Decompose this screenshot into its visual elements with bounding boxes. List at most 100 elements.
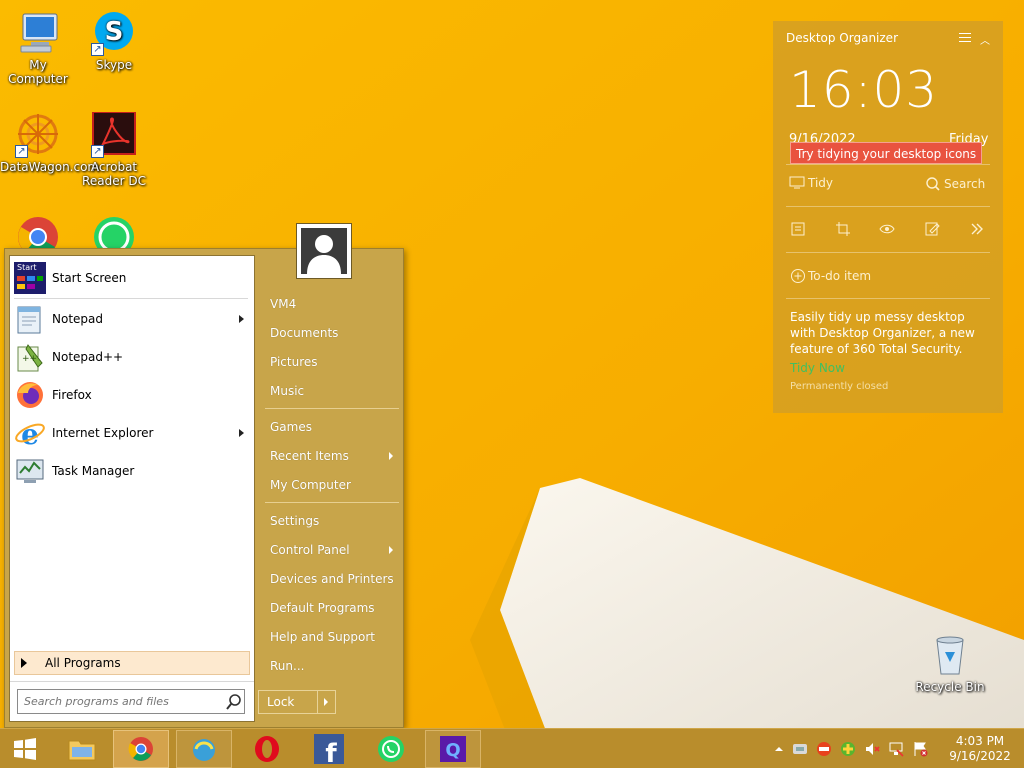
tray-app-icon[interactable] xyxy=(792,741,808,757)
right-item-pictures[interactable]: Pictures xyxy=(263,350,399,374)
program-start-screen[interactable]: Start Start Screen xyxy=(14,261,250,295)
taskbar: f Q 4:03 PM 9/16/2022 xyxy=(0,728,1024,768)
taskbar-360-security[interactable] xyxy=(176,730,232,768)
edit-note-icon[interactable] xyxy=(924,221,940,237)
shortcut-arrow-icon: ↗ xyxy=(91,145,104,158)
desktop-icon-acrobat[interactable]: ↗ Acrobat Reader DC xyxy=(76,111,152,188)
search-input[interactable] xyxy=(18,691,224,712)
taskbar-whatsapp[interactable] xyxy=(363,730,419,768)
lock-button[interactable]: Lock xyxy=(258,690,336,714)
pinned-programs-pane: Start Start Screen Notepad ++ Notepad++ … xyxy=(9,255,255,722)
notes-tool-icon[interactable] xyxy=(790,221,806,237)
360-security-icon xyxy=(193,739,215,761)
right-item-games[interactable]: Games xyxy=(263,415,399,439)
divider xyxy=(786,206,990,207)
search-icon[interactable] xyxy=(224,692,244,712)
shortcut-arrow-icon: ↗ xyxy=(15,145,28,158)
right-item-settings[interactable]: Settings xyxy=(263,509,399,533)
all-programs-label: All Programs xyxy=(45,656,121,670)
permanently-closed-link[interactable]: Permanently closed xyxy=(790,381,888,392)
action-center-flag-icon[interactable] xyxy=(912,741,928,757)
organizer-description: Easily tidy up messy desktop with Deskto… xyxy=(790,310,975,356)
program-label: Task Manager xyxy=(52,464,135,478)
desktop-icon-label: Acrobat Reader DC xyxy=(82,160,146,188)
divider xyxy=(786,252,990,253)
taskbar-clock[interactable]: 4:03 PM 9/16/2022 xyxy=(948,734,1012,764)
notepad-icon xyxy=(14,303,46,335)
desktop-icon-label: Skype xyxy=(95,58,133,72)
shortcut-arrow-icon: ↗ xyxy=(91,43,104,56)
program-label: Start Screen xyxy=(52,271,127,285)
start-search-box[interactable] xyxy=(17,689,245,714)
tray-security-icon[interactable] xyxy=(816,741,832,757)
whatsapp-icon xyxy=(378,736,404,762)
organizer-search-button[interactable]: Search xyxy=(925,176,985,192)
program-internet-explorer[interactable]: e Internet Explorer xyxy=(14,416,250,451)
notepad-plus-plus-icon: ++ xyxy=(14,341,46,373)
taskbar-facebook[interactable]: f xyxy=(301,730,357,768)
computer-icon xyxy=(15,10,61,56)
start-button[interactable] xyxy=(0,730,50,768)
taskbar-file-explorer[interactable] xyxy=(54,730,110,768)
screenshot-tool-icon[interactable] xyxy=(835,221,851,237)
right-item-help-and-support[interactable]: Help and Support xyxy=(263,625,399,649)
tidy-button[interactable]: Tidy xyxy=(789,176,833,190)
user-silhouette-icon xyxy=(301,228,347,274)
desktop-icon-label: DataWagon.com xyxy=(0,160,100,174)
desktop-icon-my-computer[interactable]: My Computer xyxy=(0,10,76,86)
right-item-default-programs[interactable]: Default Programs xyxy=(263,596,399,620)
tidy-now-link[interactable]: Tidy Now xyxy=(790,361,845,375)
start-menu: Start Start Screen Notepad ++ Notepad++ … xyxy=(4,248,404,728)
todo-item-button[interactable]: To-do item xyxy=(790,268,871,284)
svg-text:S: S xyxy=(105,17,124,47)
desktop-organizer-widget: Desktop Organizer ︿ 16:03 9/16/2022 Frid… xyxy=(773,21,1003,413)
hamburger-menu-icon[interactable] xyxy=(959,33,971,43)
eye-icon[interactable] xyxy=(879,221,895,237)
taskbar-opera[interactable] xyxy=(239,730,295,768)
speaker-muted-icon[interactable] xyxy=(864,741,880,757)
program-task-manager[interactable]: Task Manager xyxy=(14,454,250,488)
organizer-clock: 16:03 xyxy=(789,61,939,119)
lock-label: Lock xyxy=(267,695,295,709)
acrobat-reader-icon: ↗ xyxy=(91,111,137,158)
opera-icon xyxy=(255,736,279,762)
tray-360-plus-icon[interactable] xyxy=(840,741,856,757)
taskbar-qbittorrent[interactable]: Q xyxy=(425,730,481,768)
lock-options-arrow[interactable] xyxy=(317,691,335,713)
right-item-run[interactable]: Run... xyxy=(263,654,399,678)
program-firefox[interactable]: Firefox xyxy=(14,378,250,412)
right-item-my-computer[interactable]: My Computer xyxy=(263,473,399,497)
program-label: Notepad++ xyxy=(52,350,124,364)
internet-explorer-icon: e xyxy=(14,417,46,451)
recycle-bin-icon xyxy=(927,632,973,678)
submenu-arrow-icon xyxy=(239,429,244,437)
desktop-icon-recycle-bin[interactable]: Recycle Bin xyxy=(912,632,988,694)
desktop-icon-label: Recycle Bin xyxy=(915,680,985,694)
desktop-icon-skype[interactable]: S ↗ Skype xyxy=(76,10,152,72)
right-item-vm4[interactable]: VM4 xyxy=(263,292,399,316)
task-manager-icon xyxy=(14,455,46,487)
q-app-icon: Q xyxy=(440,736,466,762)
taskbar-chrome[interactable] xyxy=(113,730,169,768)
desktop-icon-label: My Computer xyxy=(8,58,68,86)
right-item-control-panel[interactable]: Control Panel xyxy=(263,538,399,562)
organizer-title: Desktop Organizer xyxy=(786,31,898,45)
program-notepad-plus-plus[interactable]: ++ Notepad++ xyxy=(14,340,250,374)
network-icon[interactable] xyxy=(888,741,904,757)
right-item-music[interactable]: Music xyxy=(263,379,399,403)
facebook-icon: f xyxy=(314,734,344,764)
desktop-icon-datawagon[interactable]: ↗ DataWagon.com xyxy=(0,112,100,174)
all-programs-button[interactable]: All Programs xyxy=(14,651,250,675)
program-notepad[interactable]: Notepad xyxy=(14,302,250,336)
right-item-documents[interactable]: Documents xyxy=(263,321,399,345)
monitor-icon xyxy=(789,176,805,189)
double-chevron-right-icon[interactable] xyxy=(969,221,985,237)
right-item-recent-items[interactable]: Recent Items xyxy=(263,444,399,468)
chevron-up-icon[interactable]: ︿ xyxy=(980,32,990,47)
start-screen-icon: Start xyxy=(14,262,46,294)
user-avatar[interactable] xyxy=(296,223,352,279)
right-item-devices-and-printers[interactable]: Devices and Printers xyxy=(263,567,399,591)
tidy-tip-banner[interactable]: Try tidying your desktop icons xyxy=(790,142,983,164)
show-hidden-icons-chevron-icon[interactable] xyxy=(774,741,784,757)
divider xyxy=(265,502,399,503)
